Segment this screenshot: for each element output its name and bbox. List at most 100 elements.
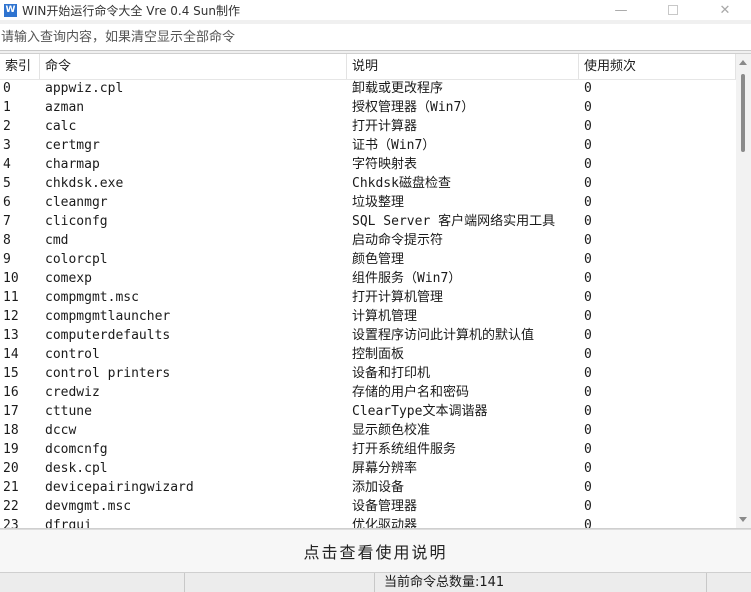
row-index: 14 (3, 347, 19, 362)
column-header-description[interactable]: 说明 (347, 54, 579, 79)
status-panel (0, 573, 185, 592)
table-row[interactable]: 18 dccw 显示颜色校准 0 (0, 421, 736, 440)
table-row[interactable]: 17 cttune ClearType文本调谐器 0 (0, 402, 736, 421)
table-row[interactable]: 0 appwiz.cpl 卸载或更改程序 0 (0, 79, 736, 98)
table-row[interactable]: 19 dcomcnfg 打开系统组件服务 0 (0, 440, 736, 459)
row-index: 19 (3, 442, 19, 457)
row-index: 1 (3, 100, 11, 115)
table-row[interactable]: 4 charmap 字符映射表 0 (0, 155, 736, 174)
row-description: 设备管理器 (352, 499, 418, 514)
maximize-button[interactable] (647, 0, 699, 20)
row-frequency: 0 (584, 176, 592, 191)
row-description: 计算机管理 (352, 309, 418, 324)
table-row[interactable]: 21 devicepairingwizard 添加设备 0 (0, 478, 736, 497)
row-index: 21 (3, 480, 19, 495)
row-description: 垃圾整理 (352, 195, 405, 210)
row-frequency: 0 (584, 461, 592, 476)
table-row[interactable]: 13 computerdefaults 设置程序访问此计算机的默认值 0 (0, 326, 736, 345)
row-command: charmap (45, 157, 100, 172)
scroll-up-icon[interactable] (739, 60, 747, 65)
status-bar: 当前命令总数量:141 (0, 573, 751, 592)
row-description: 优化驱动器 (352, 518, 418, 529)
row-command: dcomcnfg (45, 442, 108, 457)
table-row[interactable]: 9 colorcpl 颜色管理 0 (0, 250, 736, 269)
row-frequency: 0 (584, 518, 592, 529)
row-description: 启动命令提示符 (352, 233, 444, 248)
row-command: cleanmgr (45, 195, 108, 210)
row-command: control (45, 347, 100, 362)
title-bar: W WIN开始运行命令大全 Vre 0.4 Sun制作 — ✕ (0, 0, 751, 20)
table-row[interactable]: 22 devmgmt.msc 设备管理器 0 (0, 497, 736, 516)
list-header: 索引 命令 说明 使用频次 (0, 54, 736, 80)
row-index: 20 (3, 461, 19, 476)
row-frequency: 0 (584, 157, 592, 172)
table-row[interactable]: 14 control 控制面板 0 (0, 345, 736, 364)
row-command: dfrgui (45, 518, 92, 529)
row-index: 9 (3, 252, 11, 267)
command-list[interactable]: 索引 命令 说明 使用频次 0 appwiz.cpl 卸载或更改程序 0 1 azman 授… (0, 53, 751, 529)
row-frequency: 0 (584, 366, 592, 381)
table-row[interactable]: 12 compmgmtlauncher 计算机管理 0 (0, 307, 736, 326)
window-title: WIN开始运行命令大全 Vre 0.4 Sun制作 (22, 3, 240, 18)
row-description: 字符映射表 (352, 157, 418, 172)
command-count: 当前命令总数量:141 (375, 573, 707, 592)
row-description: 打开计算器 (352, 119, 418, 134)
table-row[interactable]: 5 chkdsk.exe Chkdsk磁盘检查 0 (0, 174, 736, 193)
search-input[interactable] (0, 24, 751, 50)
row-command: dccw (45, 423, 77, 438)
row-command: chkdsk.exe (45, 176, 124, 191)
table-row[interactable]: 23 dfrgui 优化驱动器 0 (0, 516, 736, 529)
minimize-button[interactable]: — (595, 0, 647, 20)
table-row[interactable]: 3 certmgr 证书（Win7） 0 (0, 136, 736, 155)
table-row[interactable]: 10 comexp 组件服务（Win7） 0 (0, 269, 736, 288)
row-description: 设置程序访问此计算机的默认值 (352, 328, 535, 343)
row-command: cmd (45, 233, 69, 248)
table-row[interactable]: 16 credwiz 存储的用户名和密码 0 (0, 383, 736, 402)
row-command: cttune (45, 404, 92, 419)
row-frequency: 0 (584, 423, 592, 438)
row-frequency: 0 (584, 119, 592, 134)
table-row[interactable]: 20 desk.cpl 屏幕分辨率 0 (0, 459, 736, 478)
row-index: 0 (3, 81, 11, 96)
table-row[interactable]: 2 calc 打开计算器 0 (0, 117, 736, 136)
row-index: 5 (3, 176, 11, 191)
help-button[interactable]: 点击查看使用说明 (0, 529, 751, 573)
row-frequency: 0 (584, 233, 592, 248)
row-index: 7 (3, 214, 11, 229)
row-index: 3 (3, 138, 11, 153)
row-frequency: 0 (584, 252, 592, 267)
row-index: 12 (3, 309, 19, 324)
column-header-frequency[interactable]: 使用频次 (579, 54, 736, 79)
row-index: 16 (3, 385, 19, 400)
row-description: 打开计算机管理 (352, 290, 444, 305)
row-frequency: 0 (584, 195, 592, 210)
row-description: 颜色管理 (352, 252, 405, 267)
column-header-index[interactable]: 索引 (0, 54, 40, 79)
row-index: 6 (3, 195, 11, 210)
row-description: SQL Server 客户端网络实用工具 (352, 214, 556, 229)
table-row[interactable]: 1 azman 授权管理器（Win7） 0 (0, 98, 736, 117)
close-button[interactable]: ✕ (699, 0, 751, 20)
row-description: 存储的用户名和密码 (352, 385, 470, 400)
row-description: Chkdsk磁盘检查 (352, 176, 451, 191)
row-command: devicepairingwizard (45, 480, 194, 495)
scroll-down-icon[interactable] (739, 517, 747, 522)
row-frequency: 0 (584, 442, 592, 457)
row-frequency: 0 (584, 138, 592, 153)
row-description: 控制面板 (352, 347, 405, 362)
column-header-command[interactable]: 命令 (40, 54, 347, 79)
row-command: appwiz.cpl (45, 81, 124, 96)
table-row[interactable]: 6 cleanmgr 垃圾整理 0 (0, 193, 736, 212)
table-row[interactable]: 7 cliconfg SQL Server 客户端网络实用工具 0 (0, 212, 736, 231)
row-command: azman (45, 100, 85, 115)
row-description: 打开系统组件服务 (352, 442, 457, 457)
scrollbar-thumb[interactable] (741, 74, 745, 152)
row-index: 18 (3, 423, 19, 438)
row-index: 2 (3, 119, 11, 134)
table-row[interactable]: 11 compmgmt.msc 打开计算机管理 0 (0, 288, 736, 307)
row-index: 8 (3, 233, 11, 248)
table-row[interactable]: 8 cmd 启动命令提示符 0 (0, 231, 736, 250)
vertical-scrollbar[interactable] (736, 54, 751, 528)
table-row[interactable]: 15 control printers 设备和打印机 0 (0, 364, 736, 383)
row-description: 屏幕分辨率 (352, 461, 418, 476)
